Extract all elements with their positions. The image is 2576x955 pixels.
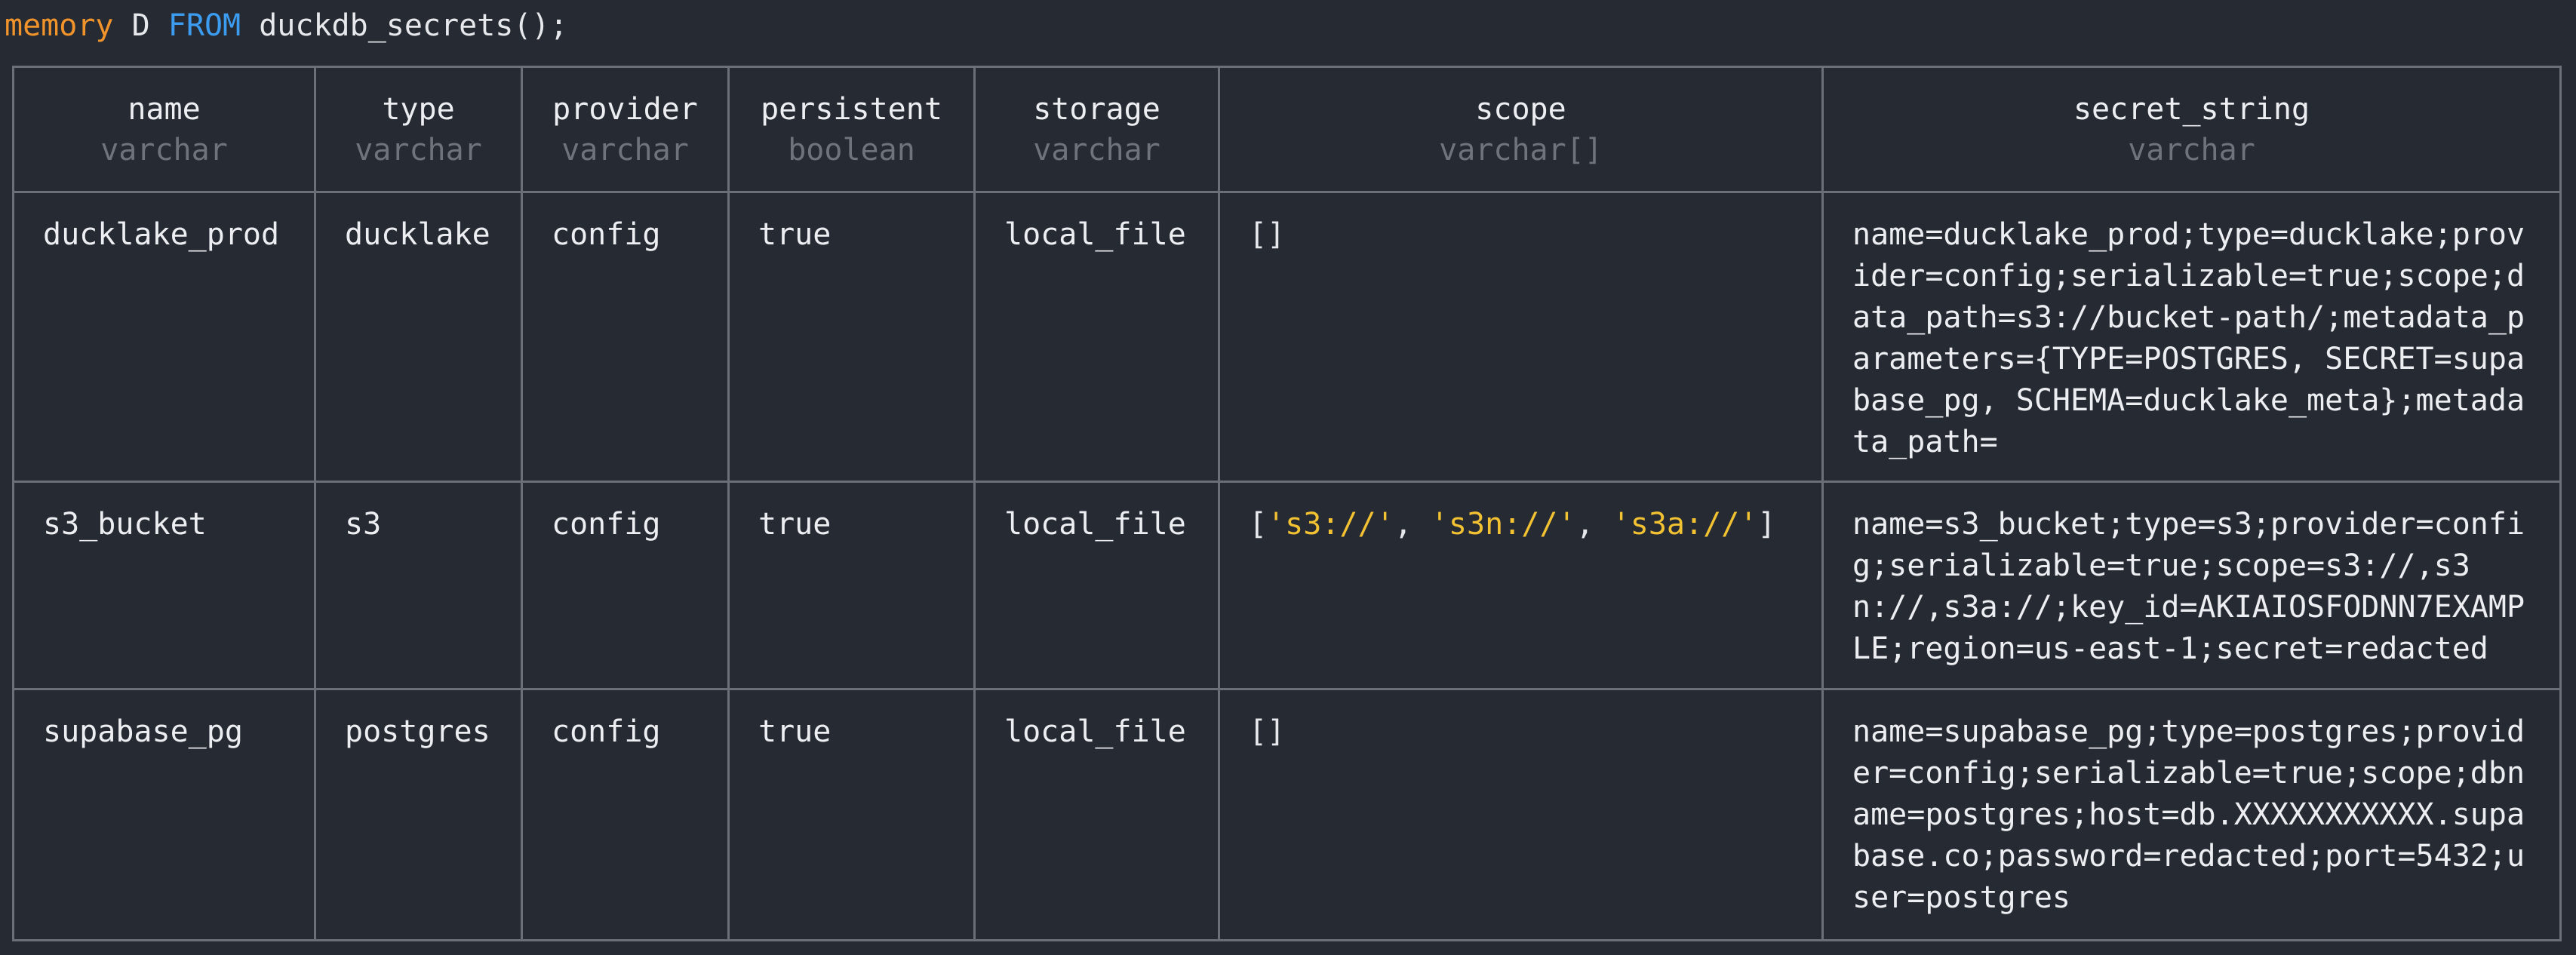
column-type: boolean — [788, 132, 915, 167]
table-row: ducklake_prod ducklake config true local… — [12, 191, 2562, 483]
column-type: varchar — [561, 132, 689, 167]
query-text: duckdb_secrets(); — [259, 8, 568, 43]
query-prompt-line[interactable]: memory D FROM duckdb_secrets(); — [5, 5, 568, 47]
cell-persistent: true — [727, 191, 976, 483]
list-open-bracket: [ — [1249, 217, 1268, 252]
column-header-scope: scope varchar[] — [1218, 66, 1824, 193]
cell-scope: [] — [1218, 688, 1824, 941]
column-name: scope — [1475, 91, 1566, 127]
mode-indicator: D — [131, 8, 150, 43]
column-header-name: name varchar — [12, 66, 316, 193]
cell-type: ducklake — [314, 191, 523, 483]
cell-secret-string: name=supabase_pg;type=postgres;provider=… — [1821, 688, 2562, 941]
list-open-bracket: [ — [1249, 507, 1268, 542]
cell-name: supabase_pg — [12, 688, 316, 941]
column-type: varchar — [1033, 132, 1160, 167]
cell-type: postgres — [314, 688, 523, 941]
column-name: storage — [1033, 91, 1160, 127]
cell-scope: [] — [1218, 191, 1824, 483]
column-name: name — [128, 91, 201, 127]
column-name: provider — [552, 91, 698, 127]
table-row: supabase_pg postgres config true local_f… — [12, 688, 2562, 941]
header-row: name varchar type varchar provider varch… — [12, 66, 2562, 193]
scope-item: 's3n://' — [1430, 507, 1576, 542]
cell-persistent: true — [727, 688, 976, 941]
cell-secret-string: name=ducklake_prod;type=ducklake;provide… — [1821, 191, 2562, 483]
list-close-bracket: ] — [1267, 217, 1286, 252]
cell-provider: config — [521, 481, 730, 690]
cell-storage: local_file — [973, 191, 1220, 483]
scope-item: 's3a://' — [1612, 507, 1758, 542]
column-type: varchar — [100, 132, 228, 167]
cell-name: ducklake_prod — [12, 191, 316, 483]
column-type: varchar[] — [1439, 132, 1603, 167]
cell-provider: config — [521, 191, 730, 483]
cell-secret-string: name=s3_bucket;type=s3;provider=config;s… — [1821, 481, 2562, 690]
column-header-persistent: persistent boolean — [727, 66, 976, 193]
column-header-secret-string: secret_string varchar — [1821, 66, 2562, 193]
column-header-provider: provider varchar — [521, 66, 730, 193]
result-table: name varchar type varchar provider varch… — [12, 66, 2562, 941]
cell-persistent: true — [727, 481, 976, 690]
cell-name: s3_bucket — [12, 481, 316, 690]
column-name: type — [382, 91, 455, 127]
list-close-bracket: ] — [1267, 714, 1286, 749]
cell-provider: config — [521, 688, 730, 941]
list-close-bracket: ] — [1757, 507, 1776, 542]
column-header-type: type varchar — [314, 66, 523, 193]
cell-storage: local_file — [973, 688, 1220, 941]
table-row: s3_bucket s3 config true local_file ['s3… — [12, 481, 2562, 690]
column-type: varchar — [355, 132, 482, 167]
list-separator: , — [1575, 507, 1612, 542]
cell-storage: local_file — [973, 481, 1220, 690]
sql-keyword-from: FROM — [168, 8, 241, 43]
cell-scope: ['s3://', 's3n://', 's3a://'] — [1218, 481, 1824, 690]
column-name: persistent — [761, 91, 942, 127]
list-separator: , — [1394, 507, 1431, 542]
column-header-storage: storage varchar — [973, 66, 1220, 193]
cell-type: s3 — [314, 481, 523, 690]
list-open-bracket: [ — [1249, 714, 1268, 749]
database-name: memory — [5, 8, 114, 43]
column-type: varchar — [2128, 132, 2255, 167]
scope-item: 's3://' — [1267, 507, 1394, 542]
column-name: secret_string — [2073, 91, 2310, 127]
